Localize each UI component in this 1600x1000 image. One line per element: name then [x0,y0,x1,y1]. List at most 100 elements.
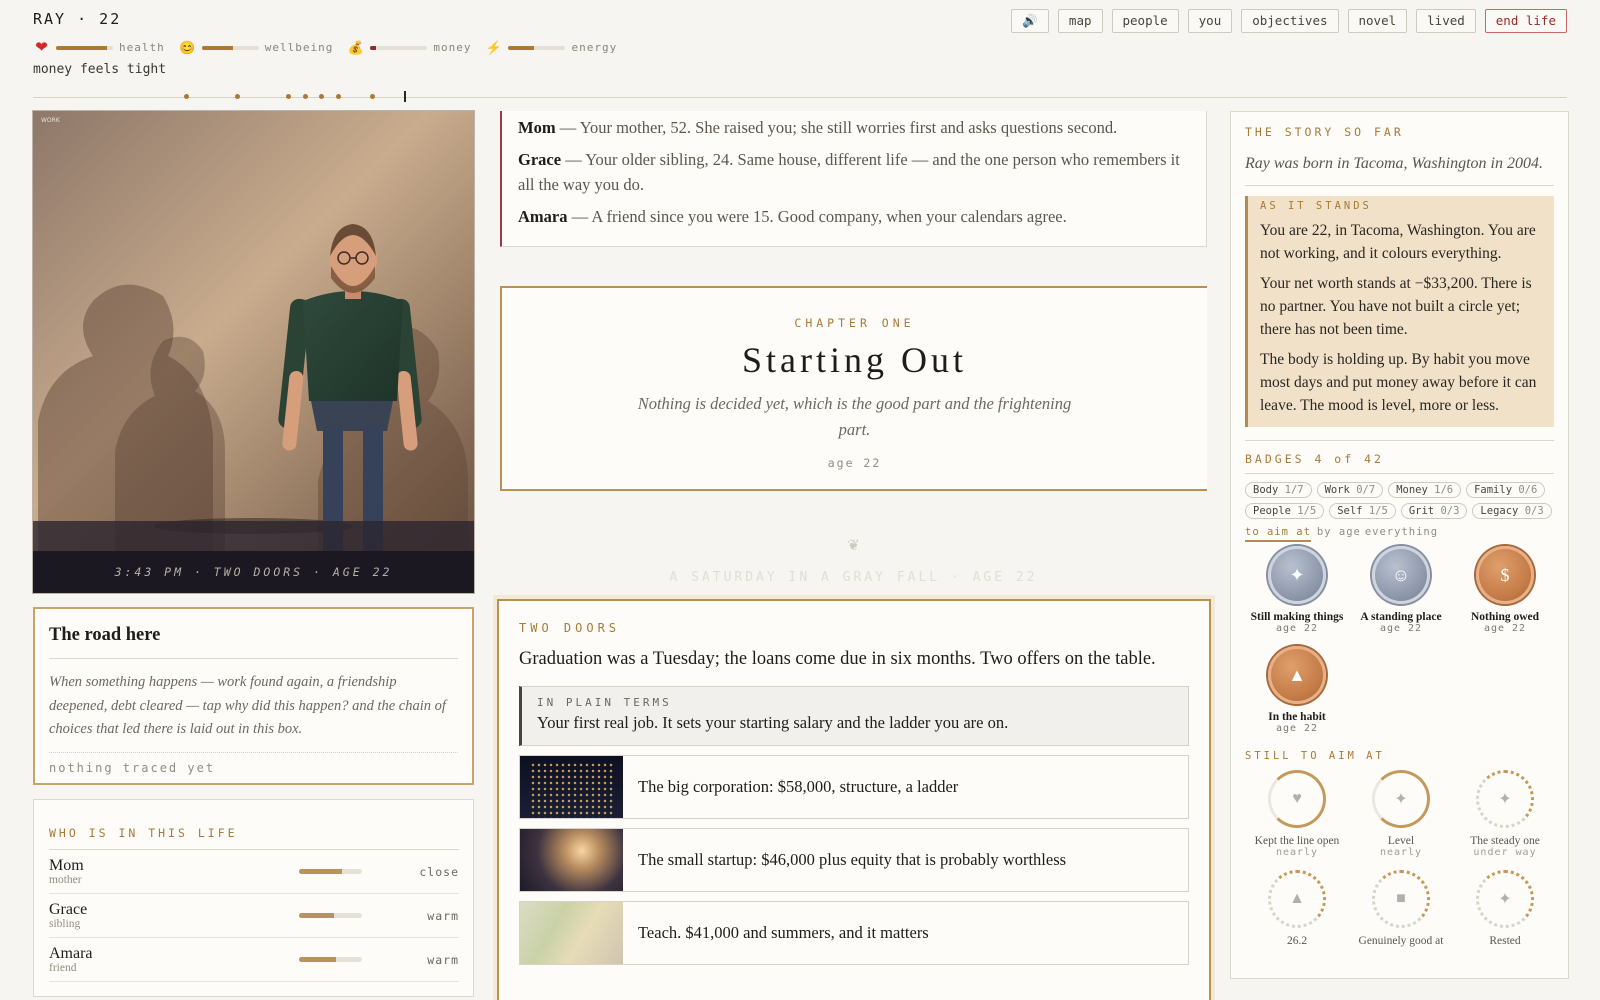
chip-work[interactable]: Work 0/7 [1316,482,1384,498]
timeline-event-dot[interactable] [235,94,241,99]
scene-illustration: WORK 3:43 PM · TWO DOORS · AGE 22 [33,111,474,593]
fleuron-icon: ❦ [847,538,860,554]
energy-bar [508,45,566,50]
wellbeing-bar [201,45,259,50]
person-name: Amara [49,945,93,962]
classroom-thumbnail [520,902,623,964]
badge-pending[interactable]: ✦ Level nearly [1349,770,1453,870]
plain-terms-label: IN PLAIN TERMS [537,696,672,709]
timeline-event-dot[interactable] [319,94,325,99]
tab-everything[interactable]: everything [1365,526,1438,538]
choice-startup-button[interactable]: The small startup: $46,000 plus equity t… [519,828,1189,892]
people-panel: WHO IS IN THIS LIFE Mom mother close Grac… [33,799,474,997]
as-it-stands-box: AS IT STANDS You are 22, in Tacoma, Wash… [1245,196,1554,427]
closeness-bar [299,957,362,962]
person-row[interactable]: Grace sibling warm [49,894,459,938]
stat-energy: ⚡ energy [485,40,617,56]
badge-title: Kept the line open [1254,835,1340,847]
people-button[interactable]: people [1111,9,1179,33]
event-card: TWO DOORS Graduation was a Tuesday; the … [497,599,1211,1000]
person-relation: sibling [49,918,81,930]
heart-icon: ❤ [35,40,48,56]
health-label: health [119,41,165,54]
tab-by-age[interactable]: by age [1317,526,1361,538]
badge-age: age 22 [1275,623,1319,634]
timeline-event-dot[interactable] [285,94,291,99]
badge-pending[interactable]: ✦ The steady one under way [1453,770,1557,870]
timeline-event-dot[interactable] [336,94,342,99]
player-name-age: RAY · 22 [33,10,122,28]
chip-grit[interactable]: Grit 0/3 [1400,503,1468,519]
chip-family[interactable]: Family 0/6 [1466,482,1546,498]
chip-body[interactable]: Body 1/7 [1245,482,1312,498]
life-timeline[interactable] [33,91,1567,102]
badge-progress: under way [1473,847,1537,858]
lightning-icon: ⚡ [485,39,503,55]
timeline-event-dot[interactable] [370,94,375,99]
day-heading: A SATURDAY IN A GRAY FALL · AGE 22 [669,570,1038,585]
family-entry: Mom — Your mother, 52. She raised you; s… [518,118,1118,137]
badge-title: Level [1387,835,1415,847]
family-intro-card: Mom — Your mother, 52. She raised you; s… [500,111,1207,247]
chip-legacy[interactable]: Legacy 0/3 [1472,503,1552,519]
choice-corporation-button[interactable]: The big corporation: $58,000, structure,… [519,755,1189,819]
closeness-bar [299,913,362,918]
chapter-title: Starting Out [742,340,967,380]
timeline-current-marker [404,91,407,102]
sparkle-icon: ✦ [1372,770,1430,828]
sparkle-icon: ✦ [1268,546,1326,604]
badge-pending[interactable]: ♥ Kept the line open nearly [1245,770,1349,870]
smile-icon: 😊 [179,39,196,55]
badge-category-chips: Body 1/7 Work 0/7 Money 1/6 Family 0/6 P… [1245,482,1554,519]
scene-tag: WORK [41,117,60,124]
money-bag-icon: 💰 [347,39,364,55]
person-row[interactable]: Mom mother close [49,850,459,894]
map-button[interactable]: map [1057,9,1103,33]
plain-terms-box: IN PLAIN TERMS Your first real job. It s… [519,686,1189,746]
badge-earned[interactable]: ☺ A standing place age 22 [1349,546,1453,646]
person-relation: mother [49,874,82,886]
chip-people[interactable]: People 1/5 [1245,503,1325,519]
still-to-aim-label: STILL TO AIM AT [1245,750,1385,762]
choice-label: Teach. $41,000 and summers, and it matte… [638,923,929,942]
chapter-age: age 22 [827,456,882,470]
stat-wellbeing: 😊 wellbeing [179,40,334,56]
badge-pending[interactable]: ■ Genuinely good at [1349,870,1453,970]
sound-toggle-button[interactable]: 🔊 [1011,9,1049,33]
badge-earned[interactable]: ▲ In the habit age 22 [1245,646,1349,746]
sparkle-icon: ✦ [1476,870,1534,928]
scene-caption: 3:43 PM · TWO DOORS · AGE 22 [33,551,474,593]
choice-teach-button[interactable]: Teach. $41,000 and summers, and it matte… [519,901,1189,965]
person-row[interactable]: Amara friend warm [49,938,459,982]
novel-button[interactable]: novel [1347,9,1408,33]
badge-pending[interactable]: ▲ 26.2 [1245,870,1349,970]
end-life-button[interactable]: end life [1484,9,1567,33]
plain-terms-text: Your first real job. It sets your starti… [537,713,1009,732]
person-status: warm [427,952,459,967]
city-night-thumbnail [520,756,623,818]
badge-title: Rested [1489,935,1521,947]
badge-earned[interactable]: $ Nothing owed age 22 [1453,546,1557,646]
family-entry: Amara — A friend since you were 15. Good… [518,206,1067,226]
chapter-subtitle: Nothing is decided yet, which is the goo… [637,394,1072,439]
badge-pending[interactable]: ✦ Rested [1453,870,1557,970]
sidebar-right[interactable]: THE STORY SO FAR Ray was born in Tacoma,… [1230,111,1569,979]
lived-button[interactable]: lived [1416,9,1476,33]
badge-age: age 22 [1275,723,1319,734]
timeline-event-dot[interactable] [184,94,190,99]
top-nav: 🔊 map people you objectives novel lived … [1011,9,1567,33]
objectives-button[interactable]: objectives [1241,9,1339,33]
badge-progress: nearly [1379,847,1423,858]
timeline-event-dot[interactable] [302,94,308,99]
smile-icon: ☺ [1372,546,1430,604]
you-button[interactable]: you [1187,9,1233,33]
chip-money[interactable]: Money 1/6 [1388,482,1462,498]
chip-self[interactable]: Self 1/5 [1329,503,1396,519]
badges-count: BADGES 4 of 42 [1245,440,1554,474]
badge-title: 26.2 [1286,935,1308,947]
badge-earned[interactable]: ✦ Still making things age 22 [1245,546,1349,646]
badge-title: Genuinely good at [1358,935,1444,947]
stands-paragraph: You are 22, in Tacoma, Washington. You a… [1260,222,1536,262]
tab-to-aim-at[interactable]: to aim at [1245,526,1311,542]
family-entry: Grace — Your older sibling, 24. Same hou… [518,149,1180,195]
